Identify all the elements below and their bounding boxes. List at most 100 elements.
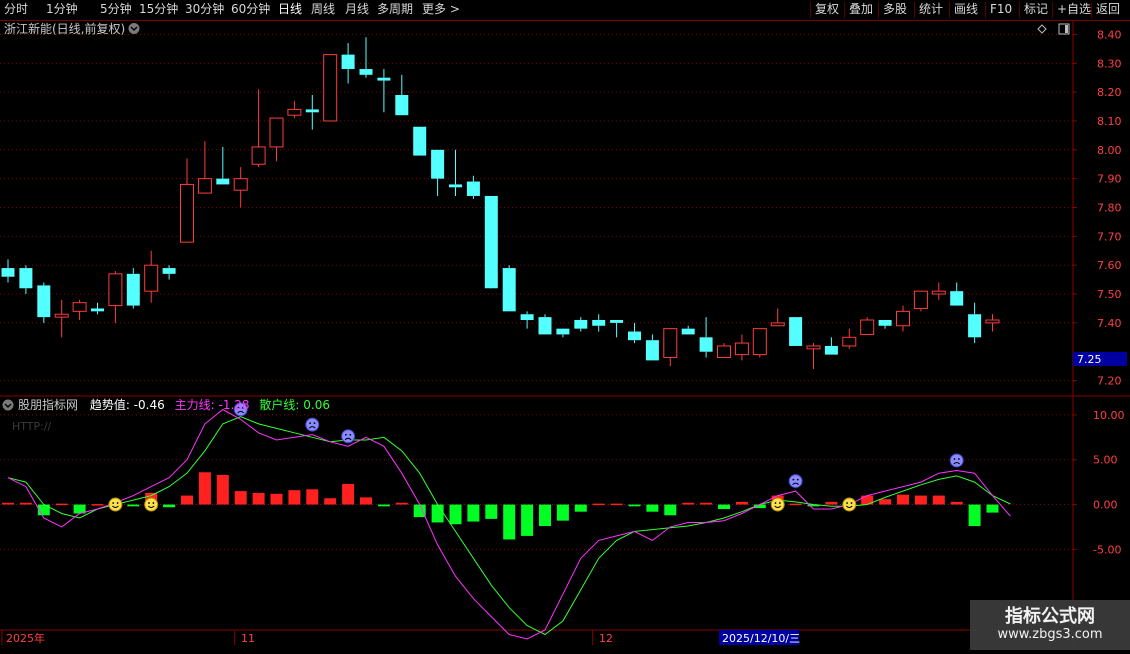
price-tick-label: 7.20 bbox=[1097, 375, 1122, 388]
candle-body-up bbox=[108, 273, 123, 307]
candle-body-down bbox=[431, 149, 445, 179]
trend-bar bbox=[431, 504, 444, 523]
candle-body-down bbox=[520, 314, 534, 320]
candle-body-up bbox=[931, 290, 946, 295]
toolbar-button-5[interactable]: F10 bbox=[990, 0, 1012, 19]
trend-bar bbox=[718, 504, 730, 510]
stock-title: 浙江新能(日线,前复权) bbox=[4, 21, 125, 36]
price-tick-label: 7.50 bbox=[1097, 288, 1122, 301]
trend-bar bbox=[324, 498, 337, 505]
trend-value: -0.46 bbox=[134, 398, 165, 412]
toolbar-button-8[interactable]: 返回 bbox=[1096, 0, 1120, 19]
face-circle bbox=[770, 497, 785, 512]
candle-body-down bbox=[824, 345, 838, 355]
price-tick-label: 7.90 bbox=[1097, 173, 1122, 186]
face-eye-right bbox=[349, 433, 352, 436]
trend-bar bbox=[646, 504, 659, 512]
indicator-dropdown-icon[interactable] bbox=[2, 399, 14, 411]
trend-bar bbox=[879, 499, 892, 505]
period-tab-0[interactable]: 分时 bbox=[4, 0, 28, 19]
ind-tick-label: 0.00 bbox=[1093, 499, 1118, 512]
main-line-value: -1.28 bbox=[218, 398, 249, 412]
toolbar-button-4[interactable]: 画线 bbox=[954, 0, 978, 19]
candle-body-up bbox=[72, 302, 87, 312]
candle-body-up bbox=[734, 342, 749, 356]
candle-body-down bbox=[216, 178, 230, 185]
face-circle bbox=[788, 474, 803, 489]
period-tab-3[interactable]: 15分钟 bbox=[139, 0, 178, 19]
candle-body-up bbox=[54, 313, 69, 318]
chart-area[interactable]: 8.40 8.30 8.20 8.10 8.00 7.90 7.80 7.70 7.60 7.50… bbox=[0, 20, 1130, 650]
period-tab-1[interactable]: 1分钟 bbox=[46, 0, 78, 19]
site-watermark: 指标公式网 www.zbgs3.com bbox=[970, 600, 1130, 650]
toolbar-button-1[interactable]: 叠加 bbox=[849, 0, 873, 19]
candle-body-down bbox=[162, 268, 176, 274]
smile-face-icon bbox=[842, 497, 857, 512]
candle-body-up bbox=[896, 310, 910, 327]
trend-bar bbox=[700, 502, 713, 505]
face-eye-left bbox=[112, 502, 115, 504]
frown-face-icon bbox=[341, 429, 356, 444]
trend-bar bbox=[127, 504, 140, 507]
retail-line-label: 散户线: bbox=[259, 397, 299, 412]
price-tick-label: 7.70 bbox=[1097, 230, 1122, 243]
trend-bar bbox=[897, 494, 909, 505]
face-eye-left bbox=[792, 478, 795, 481]
candle-body-down bbox=[359, 69, 373, 75]
toolbar-button-3[interactable]: 统计 bbox=[919, 0, 943, 19]
price-tick-label: 7.40 bbox=[1097, 317, 1122, 330]
candle-body-up bbox=[770, 322, 785, 327]
toolbar-button-6[interactable]: 标记 bbox=[1024, 0, 1048, 19]
period-tab-5[interactable]: 60分钟 bbox=[231, 0, 270, 19]
face-circle bbox=[108, 497, 123, 512]
period-tab-7[interactable]: 周线 bbox=[311, 0, 335, 19]
trend-bar bbox=[539, 504, 551, 527]
candle-body-down bbox=[395, 95, 409, 116]
candle-body-down bbox=[126, 273, 140, 306]
kline-chart-svg[interactable]: 8.40 8.30 8.20 8.10 8.00 7.90 7.80 7.70 7.60 7.50… bbox=[0, 20, 1130, 650]
period-toolbar: 分时 1分钟 5分钟 15分钟 30分钟 60分钟 日线 周线 月线 多周期 更多 > 复权 叠加 多股统… bbox=[0, 0, 1130, 21]
toolbar-button-2[interactable]: 多股 bbox=[883, 0, 907, 19]
candle-body-up bbox=[323, 54, 338, 122]
toolbar-button-0[interactable]: 复权 bbox=[815, 0, 839, 19]
candle-body-up bbox=[752, 328, 767, 356]
candle-body-down bbox=[610, 320, 624, 323]
panel-toggle-bar-icon bbox=[1065, 25, 1068, 33]
period-tab-6[interactable]: 日线 bbox=[278, 0, 302, 19]
smile-face-icon bbox=[144, 497, 159, 512]
period-tab-9[interactable]: 多周期 bbox=[377, 0, 413, 19]
title-dropdown-icon[interactable] bbox=[128, 23, 140, 34]
candle-body-down bbox=[413, 126, 427, 156]
period-tab-2[interactable]: 5分钟 bbox=[100, 0, 132, 19]
period-tab-10[interactable]: 更多 > bbox=[422, 0, 460, 19]
candle-body-down bbox=[681, 328, 695, 335]
period-tab-4[interactable]: 30分钟 bbox=[185, 0, 224, 19]
trend-bar bbox=[19, 502, 32, 505]
trend-bar bbox=[789, 503, 802, 506]
candle-body-up bbox=[180, 183, 194, 243]
current-price-text: 7.25 bbox=[1077, 353, 1102, 366]
trend-bar bbox=[234, 491, 247, 505]
toolbar-separator bbox=[949, 2, 950, 18]
toolbar-button-7[interactable]: +自选 bbox=[1057, 0, 1091, 19]
face-circle bbox=[305, 417, 320, 432]
price-tick-label: 8.10 bbox=[1097, 115, 1122, 128]
diamond-icon[interactable] bbox=[1037, 24, 1047, 34]
toolbar-separator bbox=[844, 2, 845, 18]
trend-bar bbox=[270, 493, 283, 505]
face-eye-right bbox=[152, 502, 155, 504]
candle-body-down bbox=[502, 268, 516, 312]
candle-body-down bbox=[968, 314, 982, 338]
toolbar-separator bbox=[1019, 2, 1020, 18]
candle-body-down bbox=[305, 109, 319, 113]
period-tab-8[interactable]: 月线 bbox=[345, 0, 369, 19]
candle-body-up bbox=[860, 319, 875, 335]
trend-bar bbox=[968, 504, 981, 527]
candle-body-down bbox=[466, 181, 480, 196]
trend-bar bbox=[2, 502, 14, 505]
candle-body-up bbox=[197, 178, 212, 194]
candle-body-down bbox=[19, 268, 33, 289]
trend-bar bbox=[252, 492, 265, 505]
trend-bar bbox=[163, 504, 176, 508]
trend-bar bbox=[395, 502, 408, 505]
